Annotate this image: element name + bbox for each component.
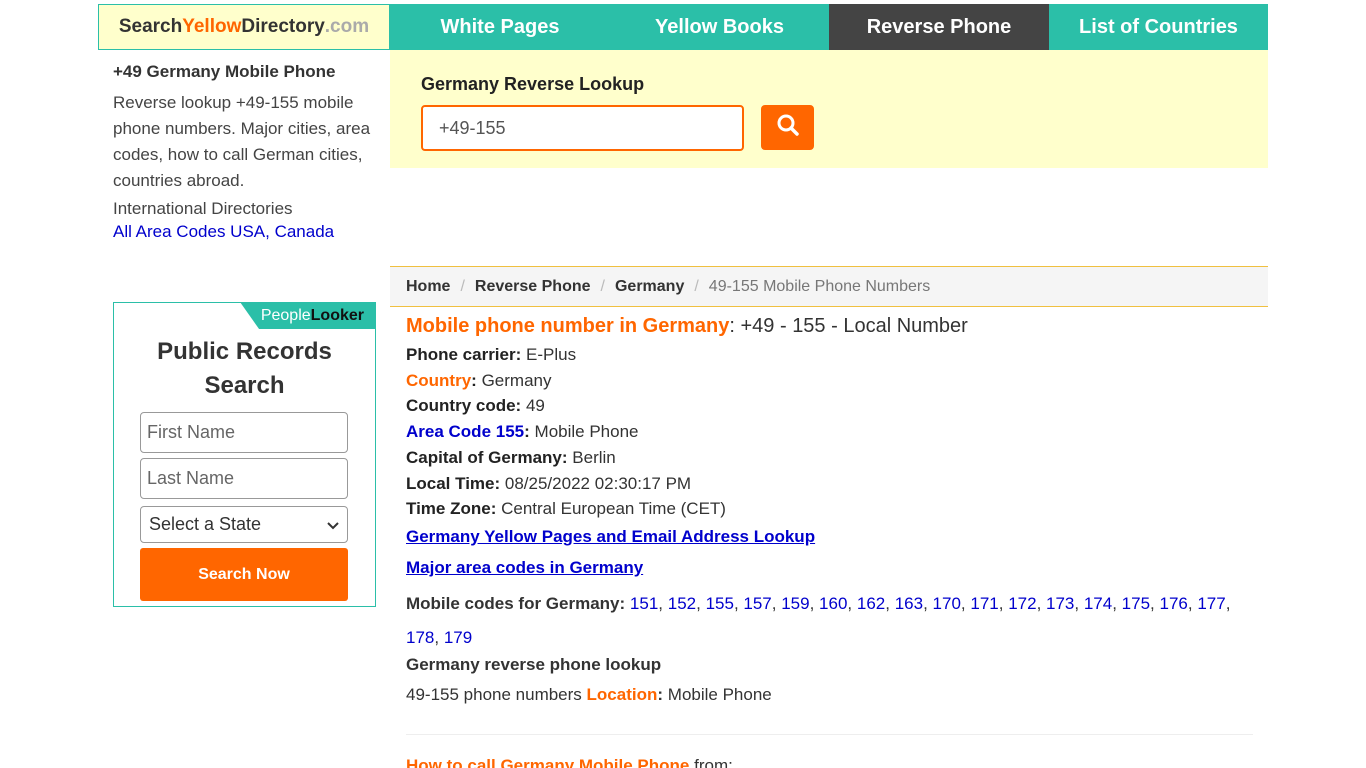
state-select-value: Select a State — [149, 514, 262, 534]
mobile-code-link-174[interactable]: 174 — [1084, 594, 1112, 613]
state-select[interactable]: Select a State — [140, 506, 348, 543]
mobile-code-link-163[interactable]: 163 — [895, 594, 923, 613]
local-time-value: 08/25/2022 02:30:17 PM — [504, 473, 692, 493]
mobile-code-link-179[interactable]: 179 — [444, 628, 472, 647]
yellow-pages-link[interactable]: Germany Yellow Pages and Email Address L… — [406, 527, 1256, 547]
area-code-row: Area Code 155: Mobile Phone — [406, 419, 1256, 445]
local-time-label: Local Time: — [406, 473, 501, 493]
mobile-code-link-160[interactable]: 160 — [819, 594, 847, 613]
public-records-widget: PeopleLooker Public Records Search Selec… — [113, 302, 376, 607]
nav-list-of-countries[interactable]: List of Countries — [1049, 4, 1268, 50]
sidebar-title: +49 Germany Mobile Phone — [113, 62, 336, 81]
country-code-label: Country code: — [406, 396, 522, 416]
mobile-code-link-178[interactable]: 178 — [406, 628, 434, 647]
country-colon: : — [471, 370, 477, 390]
heading-rest: : +49 - 155 - Local Number — [729, 315, 968, 337]
country-label: Country — [406, 370, 472, 390]
breadcrumb-home[interactable]: Home — [406, 278, 450, 296]
public-records-title: Public Records Search — [114, 335, 375, 403]
badge-looker: Looker — [310, 306, 364, 324]
heading-orange: Mobile phone number in Germany — [406, 315, 730, 337]
capital-value: Berlin — [572, 447, 616, 467]
page-heading: Mobile phone number in Germany: +49 - 15… — [406, 315, 1256, 338]
nav-yellow-books[interactable]: Yellow Books — [610, 4, 829, 50]
mobile-code-link-173[interactable]: 173 — [1046, 594, 1074, 613]
area-code-label[interactable]: Area Code 155 — [406, 422, 524, 441]
location-value: Mobile Phone — [667, 684, 772, 704]
capital-label: Capital of Germany: — [406, 447, 568, 467]
logo-part-com: .com — [324, 16, 370, 37]
area-code-colon: : — [524, 422, 530, 442]
location-label: Location — [586, 684, 658, 704]
reverse-lookup-label: Germany Reverse Lookup — [421, 74, 645, 94]
search-button[interactable] — [761, 105, 814, 150]
first-name-input[interactable] — [140, 412, 348, 453]
mobile-code-link-162[interactable]: 162 — [857, 594, 885, 613]
location-prefix: 49-155 phone numbers — [406, 684, 582, 704]
badge-people: People — [260, 306, 311, 324]
breadcrumb-germany[interactable]: Germany — [615, 278, 684, 296]
mobile-code-link-176[interactable]: 176 — [1160, 594, 1188, 613]
how-to-call-link[interactable]: How to call Germany Mobile Phone — [406, 756, 689, 768]
breadcrumb-separator: / — [600, 277, 605, 295]
nav-white-pages[interactable]: White Pages — [390, 4, 610, 50]
site-logo[interactable]: Search Yellow Directory .com — [98, 4, 390, 50]
reverse-lookup-panel: Germany Reverse Lookup +49-155 — [390, 50, 1268, 168]
nav-reverse-phone[interactable]: Reverse Phone — [829, 4, 1049, 50]
mobile-code-link-177[interactable]: 177 — [1197, 594, 1225, 613]
sidebar-description: Reverse lookup +49-155 mobile phone numb… — [113, 93, 371, 190]
content-divider — [406, 734, 1253, 735]
country-row: Country: Germany — [406, 368, 1256, 394]
local-time-row: Local Time: 08/25/2022 02:30:17 PM — [406, 471, 1256, 497]
mobile-code-link-170[interactable]: 170 — [933, 594, 961, 613]
main-content: Mobile phone number in Germany: +49 - 15… — [406, 315, 1256, 705]
country-code-value: 49 — [525, 396, 545, 416]
timezone-value: Central European Time (CET) — [501, 499, 726, 519]
mobile-codes-label: Mobile codes for Germany: — [406, 593, 626, 613]
breadcrumb-reverse-phone[interactable]: Reverse Phone — [475, 278, 591, 296]
sidebar-intl-label: International Directories — [113, 199, 293, 218]
location-colon: : — [657, 684, 664, 704]
chevron-down-icon — [327, 514, 339, 535]
area-code-value: Mobile Phone — [534, 422, 639, 442]
breadcrumb: Home / Reverse Phone / Germany / 49-155 … — [390, 266, 1268, 307]
country-code-row: Country code: 49 — [406, 393, 1256, 419]
mobile-code-link-157[interactable]: 157 — [743, 594, 771, 613]
breadcrumb-current: 49-155 Mobile Phone Numbers — [708, 277, 931, 295]
search-now-button[interactable]: Search Now — [140, 548, 348, 601]
timezone-label: Time Zone: — [406, 499, 497, 519]
mobile-code-link-172[interactable]: 172 — [1008, 594, 1036, 613]
location-row: 49-155 phone numbers Location: Mobile Ph… — [406, 685, 1256, 705]
reverse-lookup-title: Germany reverse phone lookup — [406, 654, 662, 674]
country-value: Germany — [481, 370, 552, 390]
top-navigation: Search Yellow Directory .com White Pages Ye… — [98, 4, 1268, 50]
logo-part-search: Search — [118, 16, 183, 37]
mobile-code-link-175[interactable]: 175 — [1122, 594, 1150, 613]
how-to-call-row: How to call Germany Mobile Phone from: — [406, 756, 733, 768]
last-name-input[interactable] — [140, 458, 348, 499]
public-records-title-text: Public Records Search — [157, 338, 332, 399]
timezone-row: Time Zone: Central European Time (CET) — [406, 496, 1256, 522]
how-to-call-rest: from: — [694, 756, 733, 768]
logo-part-directory: Directory — [241, 16, 325, 37]
breadcrumb-separator: / — [460, 277, 465, 295]
mobile-codes-row: Mobile codes for Germany: 151, 152, 155,… — [406, 587, 1256, 655]
left-sidebar: +49 Germany Mobile Phone Reverse lookup … — [113, 60, 375, 242]
mobile-code-link-152[interactable]: 152 — [668, 594, 696, 613]
logo-part-yellow: Yellow — [182, 16, 242, 37]
mobile-code-link-159[interactable]: 159 — [781, 594, 809, 613]
carrier-label: Phone carrier: — [406, 345, 522, 364]
capital-row: Capital of Germany: Berlin — [406, 445, 1256, 471]
all-area-codes-link[interactable]: All Area Codes USA, Canada — [113, 222, 375, 242]
peoplelooker-badge: People Looker — [240, 302, 376, 329]
carrier-value: E-Plus — [526, 345, 577, 364]
mobile-code-link-151[interactable]: 151 — [630, 594, 658, 613]
carrier-row: Phone carrier: E-Plus — [406, 342, 1256, 368]
major-area-codes-link[interactable]: Major area codes in Germany — [406, 558, 1256, 578]
breadcrumb-separator: / — [694, 277, 699, 295]
mobile-code-link-171[interactable]: 171 — [970, 594, 998, 613]
search-icon — [776, 113, 800, 142]
mobile-code-link-155[interactable]: 155 — [706, 594, 734, 613]
phone-search-input[interactable]: +49-155 — [421, 105, 744, 151]
